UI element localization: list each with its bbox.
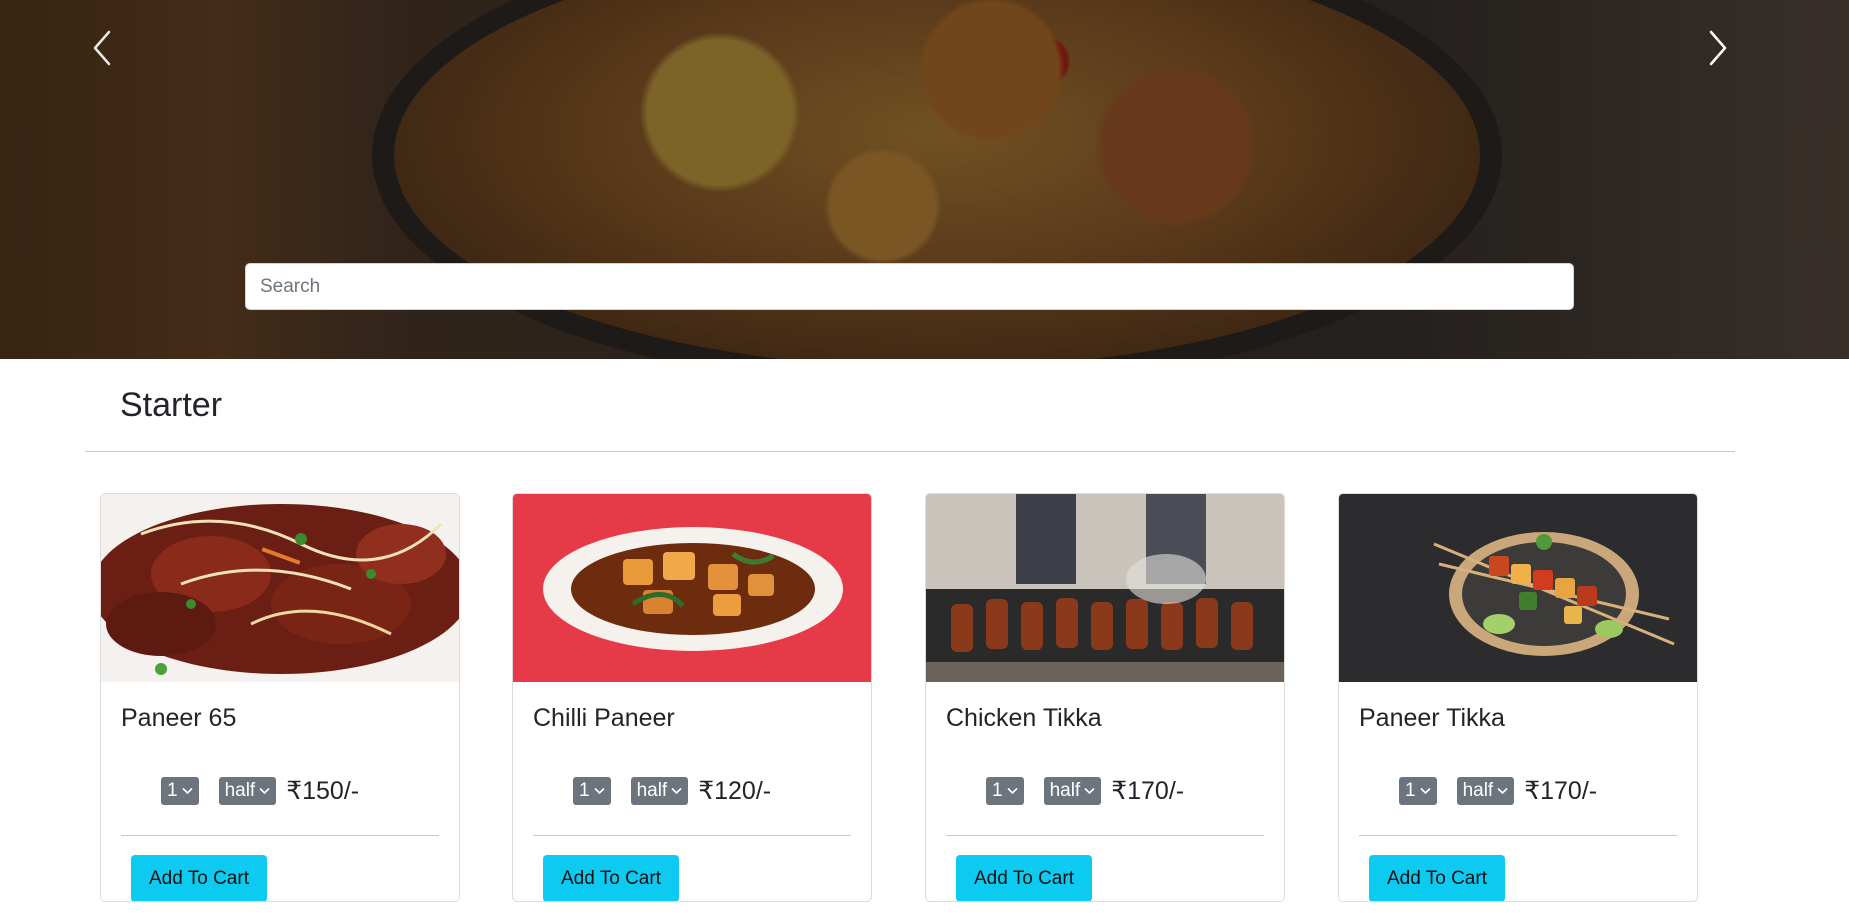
chevron-down-icon (259, 787, 270, 795)
card-divider (533, 835, 851, 836)
portion-select[interactable]: half (630, 777, 689, 805)
item-name: Paneer Tikka (1359, 704, 1505, 732)
search-bar (245, 263, 1574, 310)
chevron-down-icon (182, 787, 193, 795)
carousel-prev-button[interactable] (72, 20, 132, 76)
menu-card: Paneer 65 1 half ₹150/- Add To Cart (100, 493, 460, 902)
item-price: ₹120/- (698, 777, 772, 805)
food-image (926, 494, 1284, 682)
card-divider (1359, 835, 1677, 836)
hero-carousel (0, 0, 1849, 359)
card-divider (946, 835, 1264, 836)
chevron-down-icon (1420, 787, 1431, 795)
item-price: ₹170/- (1524, 777, 1598, 805)
quantity-select[interactable]: 1 (573, 777, 611, 805)
quantity-select[interactable]: 1 (161, 777, 199, 805)
food-image (1339, 494, 1697, 682)
item-name: Paneer 65 (121, 704, 237, 732)
item-name: Chilli Paneer (533, 704, 675, 732)
chevron-down-icon (1084, 787, 1095, 795)
chevron-down-icon (1497, 787, 1508, 795)
chevron-down-icon (594, 787, 605, 795)
food-image (513, 494, 871, 682)
portion-select[interactable]: half (1456, 777, 1515, 805)
portion-select[interactable]: half (1043, 777, 1102, 805)
menu-card: Chicken Tikka 1 half ₹170/- Add To Cart (925, 493, 1285, 902)
section-title: Starter (120, 386, 223, 424)
carousel-next-button[interactable] (1688, 20, 1748, 76)
item-name: Chicken Tikka (946, 704, 1102, 732)
card-divider (121, 835, 439, 836)
quantity-select[interactable]: 1 (986, 777, 1024, 805)
chevron-left-icon (93, 30, 111, 66)
item-price: ₹170/- (1111, 777, 1185, 805)
search-input[interactable] (245, 263, 1574, 310)
add-to-cart-button[interactable]: Add To Cart (956, 855, 1092, 901)
section-divider (85, 451, 1735, 452)
chevron-down-icon (671, 787, 682, 795)
add-to-cart-button[interactable]: Add To Cart (1369, 855, 1505, 901)
chevron-right-icon (1709, 30, 1727, 66)
food-image (101, 494, 459, 682)
quantity-select[interactable]: 1 (1399, 777, 1437, 805)
item-price: ₹150/- (286, 777, 360, 805)
add-to-cart-button[interactable]: Add To Cart (131, 855, 267, 901)
add-to-cart-button[interactable]: Add To Cart (543, 855, 679, 901)
chevron-down-icon (1007, 787, 1018, 795)
menu-card: Paneer Tikka 1 half ₹170/- Add To Cart (1338, 493, 1698, 902)
menu-card: Chilli Paneer 1 half ₹120/- Add To Cart (512, 493, 872, 902)
portion-select[interactable]: half (218, 777, 277, 805)
